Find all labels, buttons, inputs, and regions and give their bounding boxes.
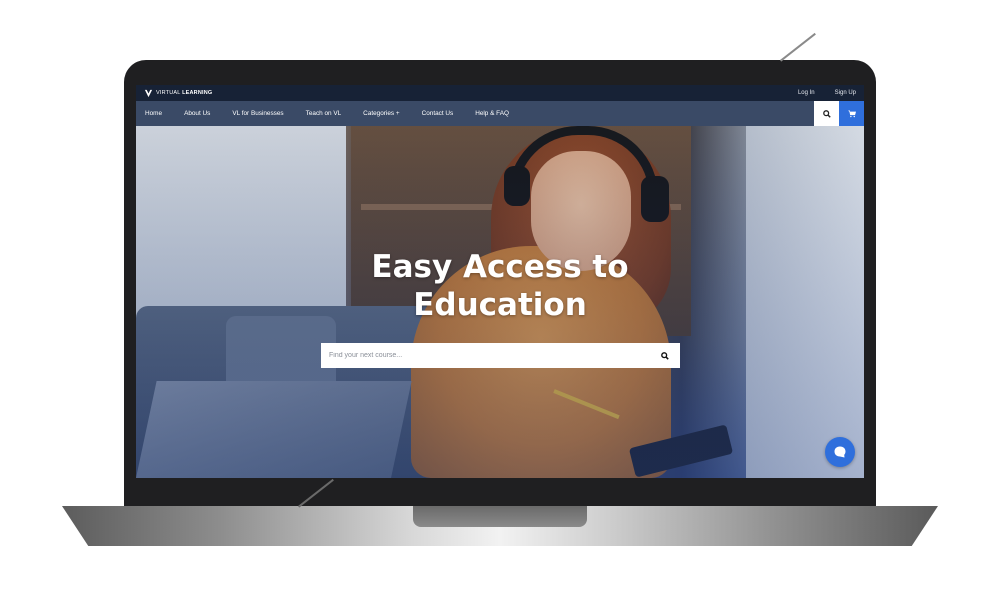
nav-item-teach-on-vl[interactable]: Teach on VL [295, 110, 353, 117]
lid-glare [780, 32, 816, 62]
nav-actions [814, 101, 864, 126]
nav-item-vl-for-businesses[interactable]: VL for Businesses [221, 110, 294, 117]
logo-text-bold: LEARNING [182, 90, 213, 96]
nav-item-about-us[interactable]: About Us [173, 110, 221, 117]
laptop-notch [413, 506, 587, 527]
cart-button[interactable] [839, 101, 864, 126]
hero-headline: Easy Access to Education [136, 248, 864, 324]
nav-item-categories[interactable]: Categories + [352, 110, 410, 117]
logo-icon [144, 89, 153, 97]
course-search-box [321, 343, 680, 368]
hero-banner: Easy Access to Education [136, 126, 864, 478]
nav-item-contact-us[interactable]: Contact Us [411, 110, 465, 117]
nav-search-button[interactable] [814, 101, 839, 126]
laptop-screen: VIRTUAL LEARNING Log In Sign Up Home Abo… [136, 85, 864, 478]
logo-text: VIRTUAL LEARNING [156, 90, 212, 96]
course-search-button[interactable] [658, 349, 672, 363]
signup-link[interactable]: Sign Up [835, 90, 856, 96]
course-search-input[interactable] [329, 352, 658, 359]
auth-links: Log In Sign Up [798, 90, 856, 96]
nav-item-help-faq[interactable]: Help & FAQ [464, 110, 520, 117]
search-icon [661, 351, 669, 360]
logo-text-light: VIRTUAL [156, 90, 183, 96]
search-icon [822, 109, 831, 118]
cart-icon [847, 109, 856, 117]
hero-headline-line2: Education [413, 287, 587, 323]
chat-icon [834, 446, 846, 458]
top-bar: VIRTUAL LEARNING Log In Sign Up [136, 85, 864, 101]
nav-item-home[interactable]: Home [136, 110, 173, 117]
hero-headline-line1: Easy Access to [371, 249, 629, 285]
login-link[interactable]: Log In [798, 90, 815, 96]
chat-button[interactable] [825, 437, 855, 467]
site-logo[interactable]: VIRTUAL LEARNING [144, 89, 212, 98]
main-nav: Home About Us VL for Businesses Teach on… [136, 101, 864, 126]
